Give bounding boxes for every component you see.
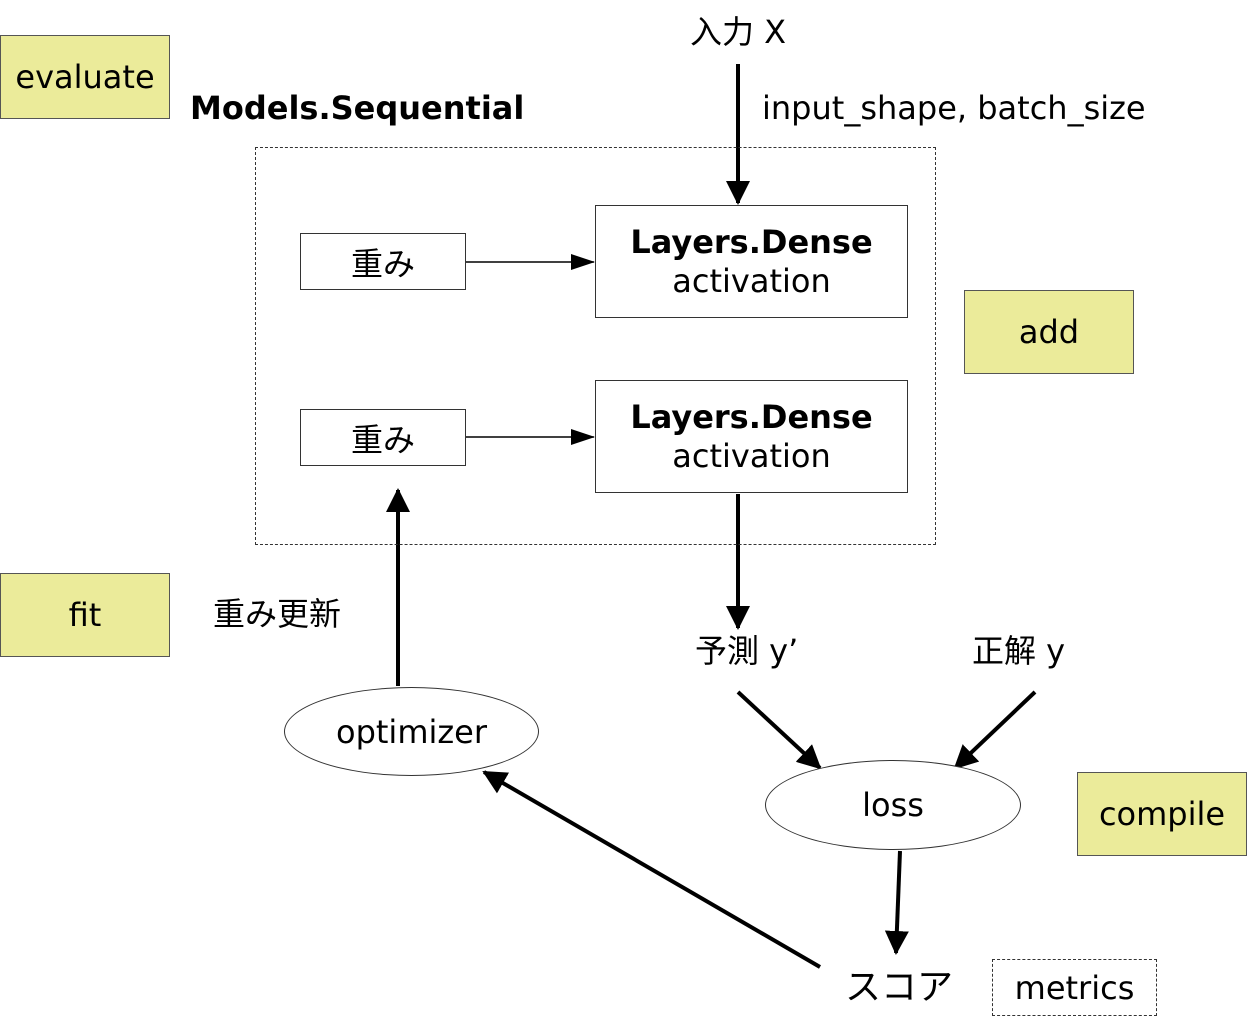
optimizer-node: optimizer <box>284 687 539 776</box>
layer-activation-1: activation <box>672 261 831 300</box>
evaluate-label: evaluate <box>0 35 170 119</box>
input-label: 入力 X <box>690 13 787 51</box>
truth-label: 正解 y <box>972 632 1066 670</box>
score-label: スコア <box>845 967 954 1008</box>
evaluate-text: evaluate <box>15 58 155 96</box>
truth-to-loss-arrow <box>953 690 1037 770</box>
layer-box-1: Layers.Dense activation <box>595 205 908 318</box>
layer-title-2: Layers.Dense <box>630 398 873 437</box>
weight-label-2: 重み <box>350 420 415 459</box>
weight-update-label: 重み更新 <box>213 595 342 633</box>
input-params: input_shape, batch_size <box>762 89 1146 127</box>
loss-text: loss <box>862 786 924 824</box>
weight-box-2: 重み <box>300 409 466 466</box>
loss-to-score-arrow <box>884 850 909 955</box>
add-label: add <box>964 290 1134 374</box>
layer-activation-2: activation <box>672 436 831 475</box>
model-title: Models.Sequential <box>190 89 525 127</box>
loss-node: loss <box>765 760 1021 850</box>
metrics-text: metrics <box>1014 968 1135 1007</box>
compile-text: compile <box>1098 795 1226 833</box>
weight-label-1: 重み <box>350 244 415 283</box>
fit-text: fit <box>68 596 102 634</box>
add-text: add <box>1018 313 1080 351</box>
layer-title-1: Layers.Dense <box>630 223 873 262</box>
metrics-box: metrics <box>992 959 1157 1016</box>
prediction-to-loss-arrow <box>736 690 822 770</box>
optimizer-text: optimizer <box>335 712 488 751</box>
compile-label: compile <box>1077 772 1247 856</box>
layer-box-2: Layers.Dense activation <box>595 380 908 493</box>
weight-box-1: 重み <box>300 233 466 290</box>
fit-label: fit <box>0 573 170 657</box>
prediction-label: 予測 y’ <box>695 632 799 670</box>
